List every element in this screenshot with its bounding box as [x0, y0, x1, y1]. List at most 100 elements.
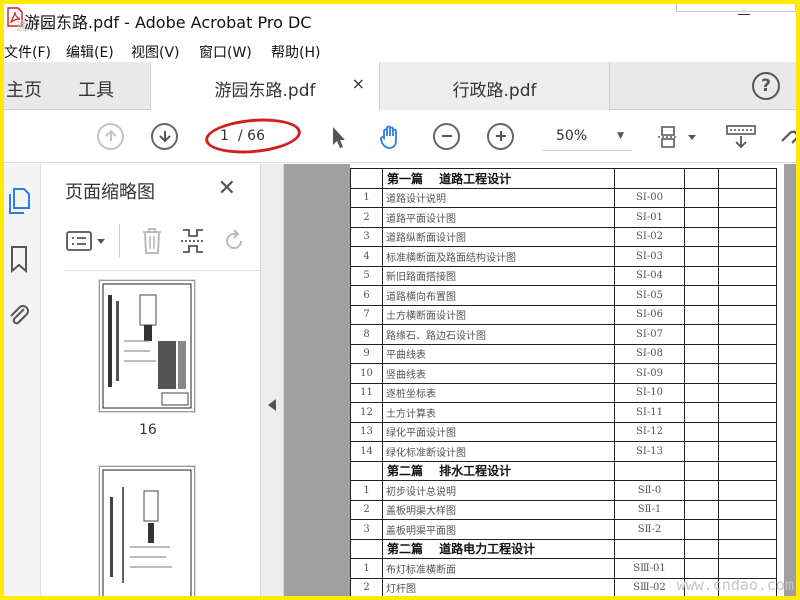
row-number: 13 [350, 421, 383, 442]
row-number: 3 [350, 519, 383, 540]
drawing-name: 道路纵断面设计图 [382, 226, 615, 247]
document-view[interactable]: 第一篇 道路工程设计 1 道路设计说明 SⅠ-00 2 道路平面设计图 SⅠ-01 3 道路纵断… [284, 164, 800, 600]
drawing-code: SⅠ-10 [614, 382, 685, 403]
tab-home[interactable]: 主页 [6, 76, 42, 102]
table-cell [718, 343, 777, 364]
link-icon[interactable] [778, 123, 800, 151]
table-cell [684, 324, 719, 345]
options-menu-icon[interactable] [65, 228, 109, 254]
table-cell [350, 538, 383, 559]
table-row: 6 道路横向布置图 SⅠ-05 [350, 285, 777, 306]
menu-help[interactable]: 帮助(H) [271, 42, 320, 62]
drawing-code: SⅠ-00 [614, 187, 685, 208]
row-number: 11 [350, 382, 383, 403]
drawing-name: 盖板明渠平面图 [382, 519, 615, 540]
hand-tool-icon[interactable] [376, 123, 404, 151]
prev-page-button[interactable] [97, 123, 124, 150]
window-controls[interactable] [676, 0, 796, 12]
page-thumbnails-panel: 页面缩略图 ✕ 16 [40, 164, 292, 600]
help-button[interactable]: ? [752, 72, 780, 100]
row-number: 3 [350, 226, 383, 247]
zoom-select[interactable]: 50% ▼ [542, 123, 632, 151]
toc-section-row: 第二篇 排水工程设计 [350, 460, 777, 481]
table-cell [684, 402, 719, 423]
table-cell [684, 246, 719, 267]
rotate-icon[interactable] [221, 228, 247, 254]
table-cell [718, 402, 777, 423]
table-cell [350, 460, 383, 481]
page-thumbnail-selected[interactable] [99, 280, 195, 412]
attachment-icon[interactable] [6, 300, 32, 330]
table-cell [684, 421, 719, 442]
menu-view[interactable]: 视图(V) [131, 42, 180, 62]
drawing-code: SⅠ-04 [614, 265, 685, 286]
row-number: 5 [350, 265, 383, 286]
thumbnail-drawing [102, 283, 192, 409]
page-thumbnail[interactable] [99, 466, 195, 600]
drawing-name: 土方横断面设计图 [382, 304, 615, 325]
row-number: 2 [350, 499, 383, 520]
drawing-code: SⅠ-07 [614, 324, 685, 345]
menu-bar: 文件(F) 编辑(E) 视图(V) 窗口(W) 帮助(H) [0, 38, 800, 62]
collapse-panel-icon[interactable] [268, 399, 276, 411]
tab-bar: 主页 工具 游园东路.pdf × 行政路.pdf ? [0, 62, 800, 110]
table-row: 11 逐桩坐标表 SⅠ-10 [350, 382, 777, 403]
row-number: 12 [350, 402, 383, 423]
drawing-name: 新旧路面搭接图 [382, 265, 615, 286]
thumbnail-page-number: 16 [139, 422, 157, 438]
drawing-code: SⅠ-05 [614, 285, 685, 306]
document-page: 第一篇 道路工程设计 1 道路设计说明 SⅠ-00 2 道路平面设计图 SⅠ-01 3 道路纵断… [350, 164, 784, 600]
doc-tab-label: 行政路.pdf [452, 81, 537, 101]
close-panel-icon[interactable]: ✕ [218, 176, 236, 201]
drawing-code: SⅠ-09 [614, 363, 685, 384]
minimize-icon[interactable] [738, 14, 750, 15]
table-cell [718, 460, 777, 481]
trash-icon[interactable] [139, 226, 165, 256]
tab-tools[interactable]: 工具 [78, 76, 114, 102]
menu-edit[interactable]: 编辑(E) [66, 42, 114, 62]
zoom-value: 50% [556, 128, 588, 144]
bookmark-icon[interactable] [6, 244, 32, 274]
select-cursor-icon[interactable] [324, 123, 352, 151]
table-cell [684, 265, 719, 286]
drawing-index-table: 第一篇 道路工程设计 1 道路设计说明 SⅠ-00 2 道路平面设计图 SⅠ-01 3 道路纵断… [350, 168, 777, 598]
toolbar: 1 / 66 50% ▼ [0, 111, 800, 163]
table-cell [718, 363, 777, 384]
zoom-in-button[interactable] [487, 123, 514, 150]
table-cell [684, 441, 719, 462]
fit-page-icon[interactable] [656, 123, 700, 151]
insert-page-icon[interactable] [179, 226, 207, 256]
next-page-button[interactable] [151, 123, 178, 150]
table-cell [718, 519, 777, 540]
drawing-code: SⅡ-1 [614, 499, 685, 520]
table-row: 3 盖板明渠平面图 SⅡ-2 [350, 519, 777, 540]
table-row: 1 道路设计说明 SⅠ-00 [350, 187, 777, 208]
menu-window[interactable]: 窗口(W) [199, 42, 252, 62]
doc-tab-inactive[interactable]: 行政路.pdf [380, 62, 610, 110]
table-cell [684, 382, 719, 403]
section-title: 第二篇 排水工程设计 [382, 460, 615, 481]
drawing-name: 绿化平面设计图 [382, 421, 615, 442]
table-cell [718, 187, 777, 208]
scroll-mode-icon[interactable] [724, 123, 758, 151]
table-cell [718, 499, 777, 520]
table-row: 2 道路平面设计图 SⅠ-01 [350, 207, 777, 228]
close-tab-icon[interactable]: × [352, 74, 365, 93]
table-cell [684, 304, 719, 325]
drawing-name: 道路平面设计图 [382, 207, 615, 228]
table-cell [718, 285, 777, 306]
row-number: 1 [350, 187, 383, 208]
page-thumbnails-icon[interactable] [6, 186, 32, 216]
watermark: www.cndao.com [676, 576, 794, 594]
table-cell [684, 499, 719, 520]
zoom-out-button[interactable] [433, 123, 460, 150]
panel-splitter[interactable] [260, 164, 284, 600]
row-number: 8 [350, 324, 383, 345]
drawing-code: SⅠ-03 [614, 246, 685, 267]
menu-file[interactable]: 文件(F) [4, 42, 51, 62]
drawing-code: SⅢ-02 [614, 577, 685, 598]
toc-section-row: 第一篇 道路工程设计 [350, 168, 777, 189]
chevron-down-icon: ▼ [617, 131, 624, 141]
table-cell [684, 538, 719, 559]
doc-tab-active[interactable]: 游园东路.pdf × [150, 62, 380, 110]
